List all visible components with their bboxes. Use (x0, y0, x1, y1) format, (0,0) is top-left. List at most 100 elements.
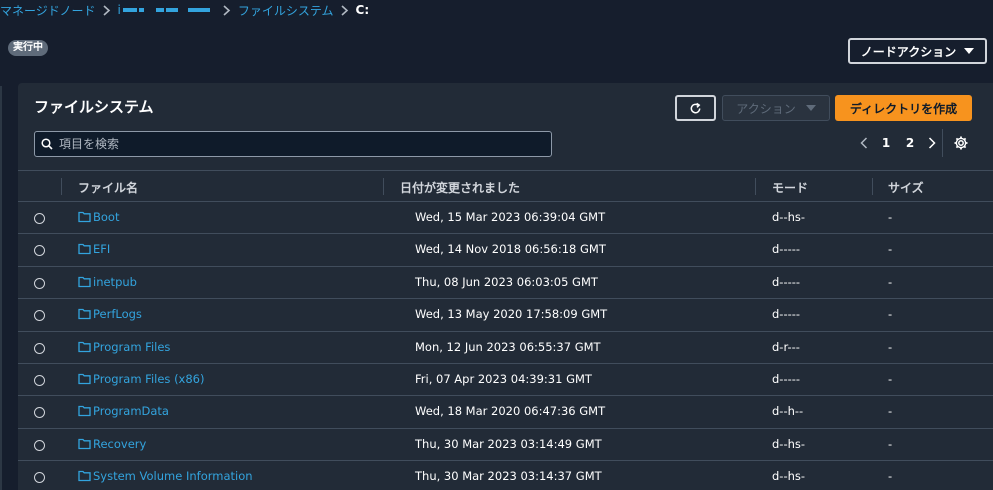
chevron-right-icon (96, 4, 118, 16)
folder-icon (78, 341, 91, 352)
page-1[interactable]: 1 (874, 136, 898, 150)
breadcrumb-current: C: (355, 3, 370, 17)
search-icon (41, 138, 53, 150)
action-label: アクション (736, 101, 796, 116)
caret-down-icon (964, 48, 975, 54)
table-row[interactable]: Boot Wed, 15 Mar 2023 06:39:04 GMT d--hs… (18, 202, 993, 235)
file-name-link[interactable]: Recovery (93, 437, 146, 451)
file-name-link[interactable]: System Volume Information (93, 469, 253, 483)
table-row[interactable]: Program Files (x86) Fri, 07 Apr 2023 04:… (18, 364, 993, 397)
file-name-link[interactable]: inetpub (93, 275, 137, 289)
file-table: ファイル名 日付が変更されました モード サイズ Boot Wed, 15 Ma… (18, 170, 993, 490)
cell-mode: d--hs- (772, 469, 806, 484)
chevron-left-icon[interactable] (854, 137, 874, 149)
table-row[interactable]: PerfLogs Wed, 13 May 2020 17:58:09 GMT d… (18, 299, 993, 332)
cell-date-modified: Wed, 14 Nov 2018 06:56:18 GMT (415, 242, 606, 257)
file-system-panel: ファイルシステム アクション ディレクトリを作成 1 2 (18, 83, 993, 490)
column-divider (755, 178, 756, 195)
node-action-button[interactable]: ノードアクション (848, 38, 987, 64)
table-row[interactable]: Recovery Thu, 30 Mar 2023 03:14:49 GMT d… (18, 429, 993, 462)
redacted-block (187, 8, 210, 12)
chevron-right-icon[interactable] (922, 137, 942, 149)
page-2[interactable]: 2 (898, 136, 922, 150)
redacted-block (122, 8, 137, 12)
refresh-button[interactable] (675, 95, 716, 121)
refresh-icon (690, 102, 701, 113)
folder-icon (78, 244, 91, 255)
column-divider (872, 178, 873, 195)
cell-size: - (888, 436, 893, 451)
cell-date-modified: Thu, 30 Mar 2023 03:14:49 GMT (415, 436, 602, 451)
column-header-mode[interactable]: モード (772, 179, 808, 196)
column-header-date[interactable]: 日付が変更されました (400, 179, 520, 196)
chevron-right-icon (216, 4, 238, 16)
redacted-block (155, 8, 164, 12)
cell-size: - (888, 307, 893, 322)
breadcrumb-node-id[interactable]: i (118, 3, 210, 17)
cell-date-modified: Wed, 15 Mar 2023 06:39:04 GMT (415, 210, 606, 224)
row-select-radio[interactable] (34, 277, 45, 289)
folder-icon (78, 276, 91, 287)
file-name-link[interactable]: Program Files (93, 340, 170, 354)
cell-size: - (888, 404, 893, 419)
status-badge: 実行中 (8, 40, 48, 56)
cell-mode: d--hs- (772, 436, 806, 451)
cell-mode: d--hs- (772, 210, 806, 224)
row-select-radio[interactable] (34, 342, 45, 354)
search-input[interactable] (59, 137, 529, 151)
cell-mode: d----- (772, 371, 801, 386)
table-body: Boot Wed, 15 Mar 2023 06:39:04 GMT d--hs… (18, 202, 993, 490)
folder-icon (78, 309, 91, 320)
column-header-name[interactable]: ファイル名 (78, 179, 138, 196)
panel-title: ファイルシステム (34, 98, 154, 116)
file-name-link[interactable]: PerfLogs (93, 307, 142, 321)
file-name-link[interactable]: EFI (93, 242, 110, 256)
breadcrumb-managed-nodes[interactable]: マネージドノード (0, 2, 96, 19)
breadcrumb-file-system[interactable]: ファイルシステム (238, 2, 334, 19)
row-select-radio[interactable] (34, 374, 45, 386)
row-select-radio[interactable] (34, 407, 45, 419)
file-name-link[interactable]: Program Files (x86) (93, 372, 204, 386)
row-select-radio[interactable] (34, 213, 45, 224)
table-row[interactable]: Program Files Mon, 12 Jun 2023 06:55:37 … (18, 332, 993, 364)
folder-icon (78, 406, 91, 417)
left-divider (0, 86, 2, 490)
row-select-radio[interactable] (34, 472, 45, 484)
file-name-link[interactable]: ProgramData (93, 404, 169, 418)
redacted-block (138, 8, 144, 12)
row-select-radio[interactable] (34, 245, 45, 257)
table-row[interactable]: ProgramData Wed, 18 Mar 2020 06:47:36 GM… (18, 396, 993, 429)
column-divider (383, 178, 384, 195)
cell-date-modified: Thu, 30 Mar 2023 03:14:37 GMT (415, 469, 602, 484)
toolbar-divider (942, 129, 943, 157)
row-select-radio[interactable] (34, 310, 45, 322)
table-row[interactable]: EFI Wed, 14 Nov 2018 06:56:18 GMT d-----… (18, 234, 993, 267)
table-row[interactable]: inetpub Thu, 08 Jun 2023 06:03:05 GMT d-… (18, 267, 993, 300)
cell-mode: d----- (772, 242, 801, 257)
cell-size: - (888, 469, 893, 484)
file-name-link[interactable]: Boot (93, 210, 119, 224)
cell-date-modified: Thu, 08 Jun 2023 06:03:05 GMT (415, 274, 598, 289)
cell-mode: d-r--- (772, 339, 800, 354)
cell-date-modified: Mon, 12 Jun 2023 06:55:37 GMT (415, 339, 601, 354)
cell-date-modified: Fri, 07 Apr 2023 04:39:31 GMT (415, 371, 592, 386)
cell-size: - (888, 242, 893, 257)
page: マネージドノード i ファイルシステム C: 実行中 ノードアクション ファイル… (0, 0, 993, 490)
search-box[interactable] (34, 131, 552, 157)
breadcrumb: マネージドノード i ファイルシステム C: (0, 0, 369, 20)
caret-down-icon (805, 105, 816, 111)
cell-size: - (888, 210, 893, 224)
create-directory-button[interactable]: ディレクトリを作成 (835, 95, 972, 121)
table-row[interactable]: System Volume Information Thu, 30 Mar 20… (18, 461, 993, 490)
node-action-label: ノードアクション (860, 44, 957, 59)
column-header-size[interactable]: サイズ (888, 179, 924, 196)
cell-size: - (888, 274, 893, 289)
settings-gear-icon[interactable] (953, 135, 969, 151)
folder-icon (78, 438, 91, 449)
action-dropdown-button[interactable]: アクション (722, 95, 830, 121)
chevron-right-icon (334, 4, 356, 16)
folder-icon (78, 470, 91, 482)
row-select-radio[interactable] (34, 439, 45, 451)
folder-icon (78, 373, 91, 385)
folder-icon (78, 211, 91, 223)
